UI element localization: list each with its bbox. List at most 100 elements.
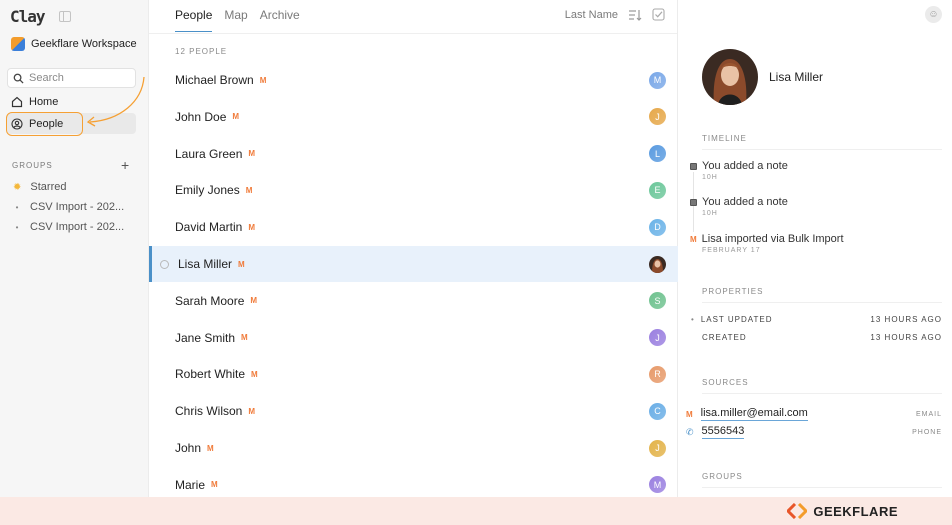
- person-name-cell: Michael Brown M: [175, 73, 266, 87]
- property-label: CREATED: [702, 333, 747, 342]
- timeline-item[interactable]: You added a note 10H: [690, 160, 788, 181]
- divider: [702, 393, 942, 394]
- person-row[interactable]: Chris Wilson M C: [149, 393, 678, 429]
- timeline-time: 10H: [702, 210, 718, 217]
- person-name-cell: David Martin M: [175, 220, 255, 234]
- people-count: 12 PEOPLE: [175, 47, 228, 56]
- person-row[interactable]: Robert White M R: [149, 356, 678, 392]
- person-row[interactable]: Sarah Moore M S: [149, 283, 678, 319]
- m-badge: M: [211, 480, 218, 490]
- divider: [149, 33, 677, 34]
- row-select-radio[interactable]: [160, 259, 169, 269]
- select-checkbox-icon[interactable]: [652, 8, 665, 21]
- tab-people[interactable]: People: [175, 8, 213, 32]
- person-row[interactable]: Laura Green M L: [149, 136, 678, 172]
- star-icon: ✹: [13, 181, 22, 193]
- timeline-item[interactable]: M Lisa imported via Bulk Import FEBRUARY …: [690, 233, 844, 254]
- property-row[interactable]: CREATED 13 HOURS AGO: [691, 333, 942, 342]
- timeline-text: You added a note: [702, 196, 788, 208]
- group-item-starred[interactable]: ✹ Starred: [13, 181, 66, 193]
- person-name: David Martin: [175, 220, 243, 235]
- timeline-item[interactable]: You added a note 10H: [690, 196, 788, 217]
- annotation-arrow: [86, 76, 145, 127]
- workspace-name: Geekflare Workspace: [31, 38, 137, 50]
- person-row[interactable]: John M J: [149, 430, 678, 466]
- person-detail-pane: ☺ Lisa Miller TIMELINE You added a note …: [678, 0, 952, 497]
- view-tabs: People Map Archive: [175, 8, 300, 32]
- group-label: CSV Import - 202...: [30, 221, 125, 233]
- person-name: Lisa Miller: [769, 70, 824, 84]
- m-badge: M: [207, 443, 214, 453]
- m-badge: M: [238, 259, 245, 269]
- avatar: D: [649, 218, 666, 236]
- m-badge: M: [690, 234, 697, 244]
- workspace-icon: [11, 37, 25, 51]
- bullet-icon: •: [15, 222, 19, 232]
- person-name: Michael Brown: [175, 73, 254, 87]
- person-name-cell: Sarah Moore M: [175, 294, 257, 308]
- sidebar-toggle-icon[interactable]: [58, 11, 71, 22]
- person-row[interactable]: Jane Smith M J: [149, 320, 678, 356]
- group-label: CSV Import - 202...: [30, 201, 125, 213]
- person-name-cell: Robert White M: [175, 367, 258, 381]
- property-label: LAST UPDATED: [700, 315, 773, 324]
- avatar: [649, 255, 666, 273]
- person-row[interactable]: John Doe M J: [149, 99, 678, 135]
- note-icon: [690, 198, 697, 206]
- m-badge: M: [248, 406, 256, 416]
- property-value: 13 HOURS AGO: [870, 315, 942, 324]
- m-badge: M: [232, 112, 240, 122]
- avatar: L: [649, 145, 666, 163]
- email-value[interactable]: lisa.miller@email.com: [700, 407, 808, 421]
- avatar: E: [649, 181, 666, 199]
- tab-map[interactable]: Map: [224, 8, 247, 32]
- group-item[interactable]: • CSV Import - 202...: [13, 201, 125, 213]
- note-icon: [690, 162, 697, 170]
- geekflare-logo-icon: [787, 503, 808, 519]
- m-badge: M: [250, 296, 258, 306]
- sources-header: SOURCES: [702, 378, 749, 387]
- phone-icon: ✆: [686, 426, 694, 437]
- avatar: M: [649, 71, 666, 89]
- person-row[interactable]: Emily Jones M E: [149, 172, 678, 208]
- person-row[interactable]: Lisa Miller M: [149, 246, 678, 282]
- source-type: PHONE: [912, 428, 942, 436]
- person-name: Chris Wilson: [175, 404, 243, 419]
- divider: [702, 302, 942, 303]
- person-name: Emily Jones: [175, 183, 240, 198]
- person-row[interactable]: David Martin M D: [149, 209, 678, 245]
- property-value: 13 HOURS AGO: [870, 333, 942, 342]
- app-logo: Clay: [10, 7, 46, 26]
- source-phone[interactable]: ✆ 5556543 PHONE: [686, 425, 942, 439]
- timeline-time: FEBRUARY 17: [702, 247, 761, 254]
- property-row[interactable]: • LAST UPDATED 13 HOURS AGO: [691, 315, 942, 324]
- phone-value[interactable]: 5556543: [701, 425, 745, 439]
- source-email[interactable]: Mlisa.miller@email.com EMAIL: [686, 407, 942, 421]
- search-icon: [13, 73, 24, 84]
- m-badge: M: [259, 75, 267, 85]
- home-icon: [11, 96, 23, 107]
- timeline-header: TIMELINE: [702, 134, 747, 143]
- person-name: Laura Green: [175, 146, 243, 161]
- avatar: J: [649, 108, 666, 126]
- person-row[interactable]: Michael Brown M M: [149, 62, 678, 98]
- brand-name: GEEKFLARE: [813, 503, 898, 519]
- m-badge: M: [686, 409, 693, 419]
- sort-label[interactable]: Last Name: [565, 9, 618, 21]
- face-icon[interactable]: ☺: [925, 6, 942, 23]
- tab-archive[interactable]: Archive: [260, 8, 300, 32]
- avatar: S: [649, 292, 666, 310]
- person-name: Sarah Moore: [175, 293, 245, 308]
- sort-icon[interactable]: [628, 9, 642, 21]
- person-name: Marie: [175, 477, 206, 492]
- person-name-cell: John Doe M: [175, 110, 239, 124]
- person-name: Robert White: [175, 367, 246, 382]
- group-item[interactable]: • CSV Import - 202...: [13, 221, 125, 233]
- person-name-cell: Lisa Miller M: [178, 257, 245, 271]
- sidebar: Clay Geekflare Workspace Search Home Peo…: [0, 0, 149, 497]
- add-group-button[interactable]: +: [121, 157, 129, 173]
- person-name-cell: Emily Jones M: [175, 183, 252, 197]
- person-name: Jane Smith: [175, 330, 236, 345]
- avatar: J: [649, 329, 666, 347]
- workspace-switcher[interactable]: Geekflare Workspace: [11, 37, 137, 51]
